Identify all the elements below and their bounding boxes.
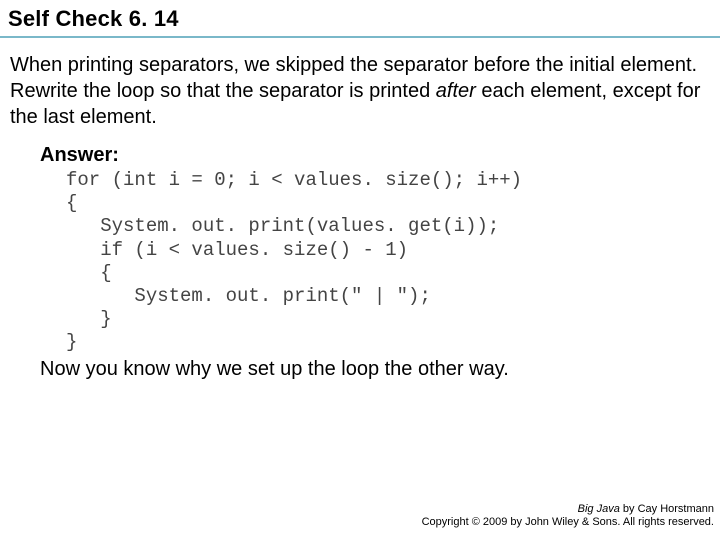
question-emph: after — [436, 80, 476, 102]
code-block: for (int i = 0; i < values. size(); i++)… — [66, 169, 710, 354]
slide-title: Self Check 6. 14 — [8, 6, 712, 32]
slide: Self Check 6. 14 When printing separator… — [0, 0, 720, 540]
conclusion-text: Now you know why we set up the loop the … — [40, 358, 710, 381]
footer-book: Big Java — [578, 503, 620, 515]
footer: Big Java by Cay Horstmann Copyright © 20… — [422, 503, 714, 531]
footer-by: by Cay Horstmann — [620, 503, 714, 515]
footer-copyright: Copyright © 2009 by John Wiley & Sons. A… — [422, 516, 714, 530]
slide-body: When printing separators, we skipped the… — [0, 38, 720, 381]
answer-label: Answer: — [40, 144, 710, 167]
question-text: When printing separators, we skipped the… — [10, 52, 710, 130]
title-bar: Self Check 6. 14 — [0, 0, 720, 38]
footer-line1: Big Java by Cay Horstmann — [422, 503, 714, 517]
answer-block: Answer: for (int i = 0; i < values. size… — [10, 144, 710, 381]
